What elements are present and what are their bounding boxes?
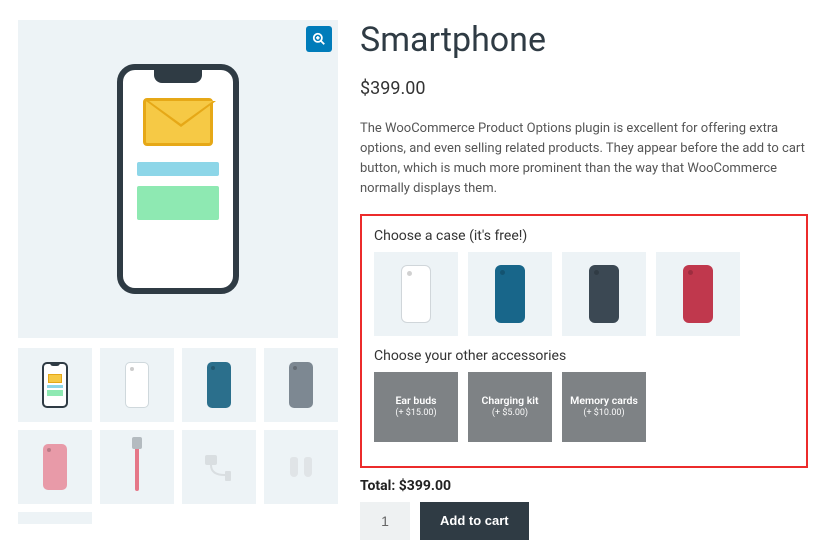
case-option-dark[interactable]	[562, 252, 646, 336]
case-option-red[interactable]	[656, 252, 740, 336]
thumbnail-case-white[interactable]	[100, 348, 174, 422]
charging-kit-icon	[199, 447, 239, 487]
zoom-button[interactable]	[306, 26, 332, 52]
product-price: $399.00	[360, 78, 808, 99]
product-gallery	[18, 20, 338, 540]
case-icon	[683, 265, 713, 323]
product-description: The WooCommerce Product Options plugin i…	[360, 119, 808, 200]
case-option-white[interactable]	[374, 252, 458, 336]
thumbnail-case-grey[interactable]	[264, 348, 338, 422]
placeholder-block	[137, 186, 219, 220]
case-icon	[401, 265, 431, 323]
envelope-icon	[143, 98, 213, 146]
total-value: $399.00	[399, 478, 451, 494]
product-title: Smartphone	[360, 20, 808, 60]
accessory-name: Charging kit	[482, 394, 539, 408]
thumbnail-case-pink[interactable]	[18, 430, 92, 504]
case-options-row	[374, 252, 794, 336]
quantity-input[interactable]	[360, 502, 410, 540]
thumbnail-earbuds[interactable]	[264, 430, 338, 504]
case-section-label: Choose a case (it's free!)	[374, 228, 794, 244]
total-label: Total:	[360, 478, 395, 494]
add-to-cart-button[interactable]: Add to cart	[420, 502, 529, 540]
accessory-price: (+ $15.00)	[395, 408, 436, 420]
case-option-blue[interactable]	[468, 252, 552, 336]
thumbnail-more[interactable]	[18, 512, 92, 524]
accessory-price: (+ $5.00)	[492, 408, 528, 420]
total-line: Total: $399.00	[360, 478, 808, 494]
accessory-option-earbuds[interactable]: Ear buds (+ $15.00)	[374, 372, 458, 442]
accessory-price: (+ $10.00)	[583, 408, 624, 420]
thumbnail-selfie-stick[interactable]	[100, 430, 174, 504]
accessory-name: Ear buds	[395, 394, 436, 408]
case-icon	[589, 265, 619, 323]
thumbnail-grid	[18, 348, 338, 524]
thumbnail-case-blue[interactable]	[182, 348, 256, 422]
thumbnail-phone[interactable]	[18, 348, 92, 422]
thumbnail-charging-kit[interactable]	[182, 430, 256, 504]
placeholder-bar	[137, 162, 219, 176]
accessories-row: Ear buds (+ $15.00) Charging kit (+ $5.0…	[374, 372, 794, 442]
search-plus-icon	[312, 32, 326, 46]
accessory-option-memory-cards[interactable]: Memory cards (+ $10.00)	[562, 372, 646, 442]
product-main-image[interactable]	[18, 20, 338, 338]
add-to-cart-row: Add to cart	[360, 502, 808, 540]
accessory-option-charging-kit[interactable]: Charging kit (+ $5.00)	[468, 372, 552, 442]
accessory-name: Memory cards	[570, 394, 638, 408]
product-options-box: Choose a case (it's free!) Choose your o…	[360, 214, 808, 468]
case-icon	[495, 265, 525, 323]
accessories-section-label: Choose your other accessories	[374, 348, 794, 364]
phone-illustration	[117, 64, 239, 294]
